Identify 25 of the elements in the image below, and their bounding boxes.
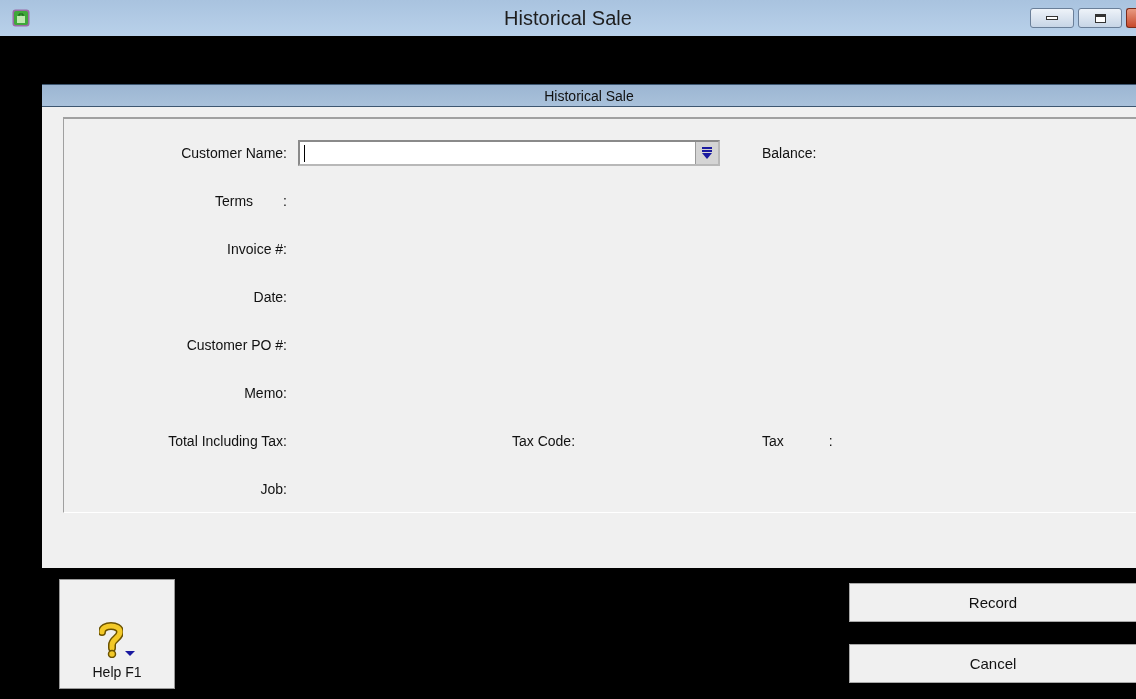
field-label: Customer PO #:: [186, 337, 287, 353]
field-label: Terms: [215, 193, 254, 209]
window-title: Historical Sale: [504, 6, 632, 30]
field-label: Customer Name:: [181, 145, 287, 161]
field-label: Tax: [762, 433, 784, 449]
field-label: Balance:: [762, 145, 817, 161]
minimize-button[interactable]: [1030, 8, 1074, 28]
cancel-button[interactable]: Cancel: [849, 644, 1136, 683]
help-button[interactable]: Help F1: [59, 579, 175, 689]
field-label: Date:: [253, 289, 287, 305]
field-label: Tax Code:: [512, 433, 576, 449]
close-button[interactable]: [1126, 8, 1136, 28]
field-label: Job:: [260, 481, 287, 497]
dropdown-icon[interactable]: [695, 142, 718, 164]
label-colon: :: [283, 193, 287, 209]
maximize-button[interactable]: [1078, 8, 1122, 28]
label-colon: :: [828, 433, 833, 449]
field-label: Invoice #:: [227, 241, 287, 257]
form-header: Historical Sale: [42, 84, 1136, 107]
caret-icon: [125, 651, 135, 656]
record-button[interactable]: Record: [849, 583, 1136, 622]
shopping-bag-icon[interactable]: [12, 9, 30, 27]
field-label: Total Including Tax:: [168, 433, 287, 449]
field-label: Memo:: [244, 385, 287, 401]
question-mark-icon: [99, 622, 123, 658]
